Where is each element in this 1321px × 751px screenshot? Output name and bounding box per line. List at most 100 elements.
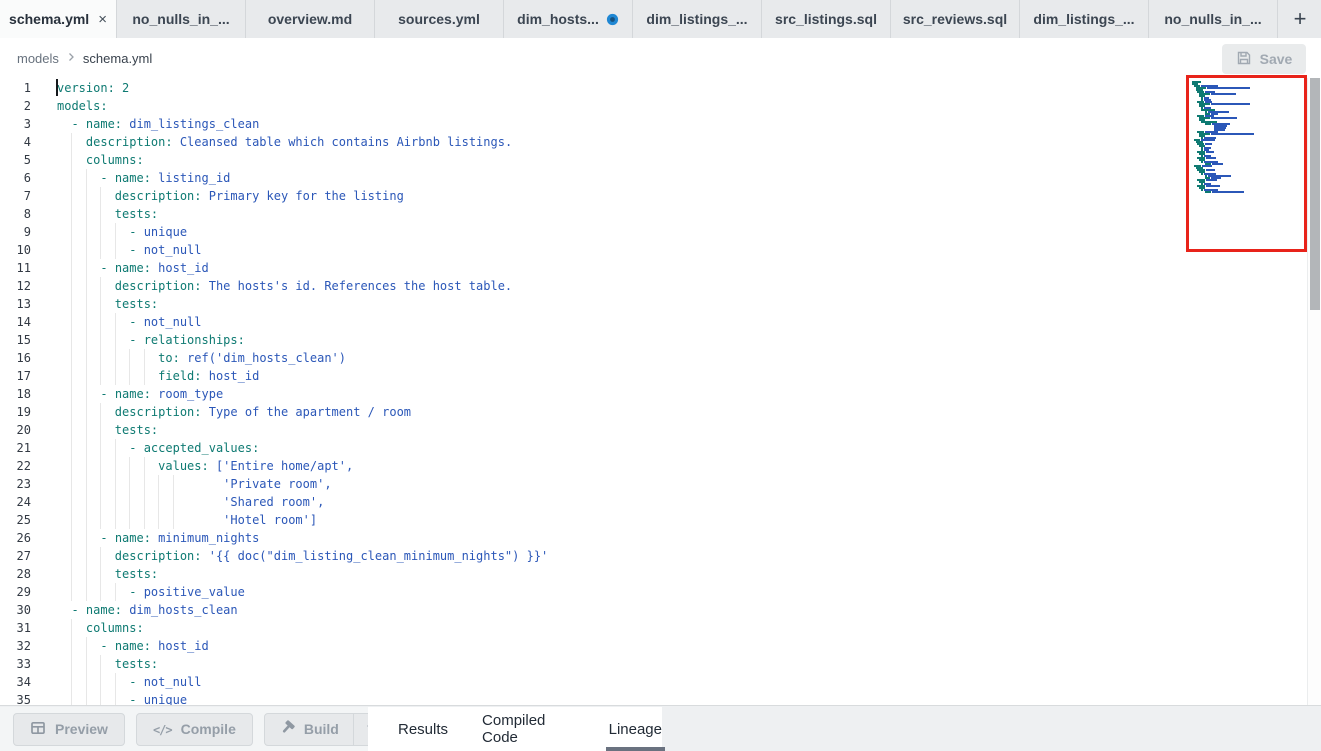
code-line[interactable]: - unique [57,691,1181,705]
indent-guide [86,511,87,529]
code-line[interactable]: - name: host_id [57,637,1181,655]
code-token: room_type [151,387,223,401]
tab-src-listings-sql[interactable]: src_listings.sql [762,0,891,38]
code-line[interactable]: columns: [57,151,1181,169]
tab-dim-listings[interactable]: dim_listings_... [1020,0,1149,38]
bottom-tab-lineage[interactable]: Lineage [609,707,662,751]
code-line[interactable]: - not_null [57,673,1181,691]
code-line[interactable]: description: The hosts's id. References … [57,277,1181,295]
code-token: - [129,333,143,347]
bottom-tab-results[interactable]: Results [398,707,448,751]
save-button[interactable]: Save [1222,44,1306,74]
code-editor[interactable]: 1234567891011121314151617181920212223242… [0,78,1321,705]
tab-src-reviews-sql[interactable]: src_reviews.sql [891,0,1020,38]
code-indent [57,315,129,329]
code-indent [57,603,71,617]
code-token: tests: [115,657,158,671]
code-line[interactable]: - name: room_type [57,385,1181,403]
code-line[interactable]: tests: [57,421,1181,439]
close-icon[interactable]: × [98,12,107,27]
code-token: not_null [144,243,202,257]
code-line[interactable]: description: Type of the apartment / roo… [57,403,1181,421]
code-token: The hosts's id. References the host tabl… [202,279,513,293]
tab-label: src_listings.sql [775,11,877,27]
indent-guide [71,439,72,457]
tab-label: overview.md [268,11,352,27]
code-line[interactable]: - accepted_values: [57,439,1181,457]
button-label: Preview [55,721,108,737]
indent-guide [86,475,87,493]
code-line[interactable]: 'Shared room', [57,493,1181,511]
code-line[interactable]: description: Cleansed table which contai… [57,133,1181,151]
code-line[interactable]: tests: [57,205,1181,223]
code-line[interactable]: description: Primary key for the listing [57,187,1181,205]
new-tab-button[interactable]: + [1278,0,1321,38]
code-line[interactable]: tests: [57,655,1181,673]
tab-sources-yml[interactable]: sources.yml [375,0,504,38]
file-header-bar: models schema.yml Save [0,38,1321,78]
line-number: 29 [0,583,31,601]
indent-guide [100,187,101,205]
indent-guide [158,511,159,529]
preview-button[interactable]: Preview [13,713,125,746]
tab-schema-yml[interactable]: schema.yml× [0,0,117,38]
tab-overview-md[interactable]: overview.md [246,0,375,38]
code-line[interactable]: - name: listing_id [57,169,1181,187]
code-line[interactable]: to: ref('dim_hosts_clean') [57,349,1181,367]
tab-dim-hosts[interactable]: dim_hosts... [504,0,633,38]
code-token: description: [86,135,173,149]
line-number: 8 [0,205,31,223]
code-line[interactable]: 'Hotel room'] [57,511,1181,529]
code-line[interactable]: 'Private room', [57,475,1181,493]
breadcrumb-file: schema.yml [83,51,152,66]
code-indent [57,531,100,545]
indent-guide [71,421,72,439]
code-line[interactable]: tests: [57,295,1181,313]
code-token: - [129,225,143,239]
code-line[interactable]: - unique [57,223,1181,241]
code-line[interactable]: - relationships: [57,331,1181,349]
indent-guide [86,331,87,349]
code-indent [57,441,129,455]
line-number: 31 [0,619,31,637]
code-line[interactable]: description: '{{ doc("dim_listing_clean_… [57,547,1181,565]
line-number: 2 [0,97,31,115]
code-pane[interactable]: version: 2models: - name: dim_listings_c… [57,79,1181,705]
code-line[interactable]: - not_null [57,241,1181,259]
indent-guide [71,655,72,673]
tab-dim-listings[interactable]: dim_listings_... [633,0,762,38]
code-line[interactable]: models: [57,97,1181,115]
code-line[interactable]: - name: minimum_nights [57,529,1181,547]
indent-guide [100,403,101,421]
indent-guide [100,331,101,349]
line-number: 13 [0,295,31,313]
vertical-scrollbar[interactable] [1307,78,1321,705]
build-button[interactable]: Build [265,714,354,745]
code-line[interactable]: field: host_id [57,367,1181,385]
indent-guide [144,367,145,385]
code-line[interactable]: values: ['Entire home/apt', [57,457,1181,475]
tab-no-nulls-in[interactable]: no_nulls_in_... [117,0,246,38]
compile-button[interactable]: </>Compile [136,713,253,746]
bottom-tab-label: Results [398,721,448,738]
breadcrumb-folder[interactable]: models [17,51,59,66]
indent-guide [86,493,87,511]
code-line[interactable]: - name: dim_hosts_clean [57,601,1181,619]
code-line[interactable]: - name: host_id [57,259,1181,277]
code-indent [57,477,223,491]
tab-no-nulls-in[interactable]: no_nulls_in_... [1149,0,1278,38]
code-line[interactable]: - not_null [57,313,1181,331]
code-line[interactable]: - name: dim_listings_clean [57,115,1181,133]
code-line[interactable]: tests: [57,565,1181,583]
indent-guide [71,403,72,421]
code-line[interactable]: version: 2 [57,79,1181,97]
bottom-tab-compiled-code[interactable]: Compiled Code [482,707,575,751]
code-line[interactable]: columns: [57,619,1181,637]
scrollbar-thumb[interactable] [1310,78,1320,310]
indent-guide [71,205,72,223]
code-token: Primary key for the listing [202,189,404,203]
indent-guide [86,403,87,421]
code-line[interactable]: - positive_value [57,583,1181,601]
code-token: - [129,585,143,599]
indent-guide [86,457,87,475]
